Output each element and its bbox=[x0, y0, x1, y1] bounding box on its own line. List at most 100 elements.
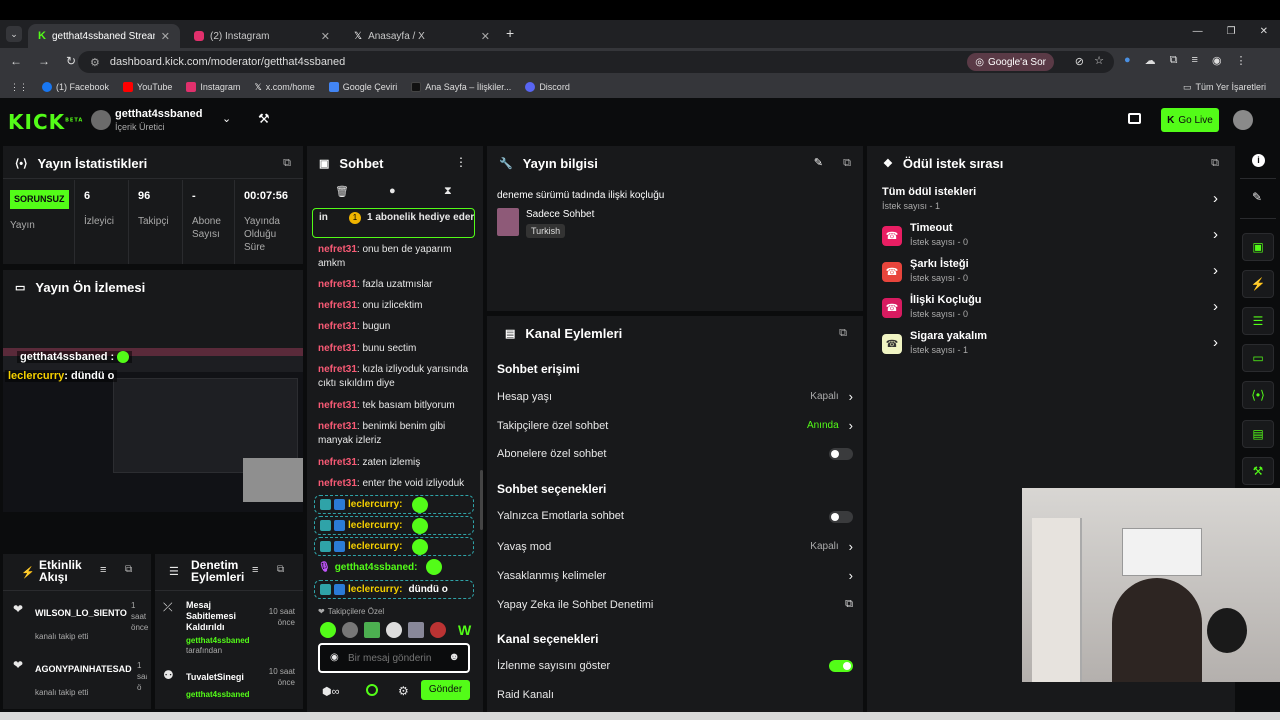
emote-icon[interactable] bbox=[364, 622, 380, 638]
chat-user[interactable]: nefret31 bbox=[318, 300, 357, 311]
tab-menu-icon[interactable]: ⌄ bbox=[6, 26, 22, 42]
chat-user[interactable]: nefret31 bbox=[318, 421, 357, 432]
reward-item[interactable]: ☎ Sigara yakalım İstek sayısı - 1 › bbox=[882, 330, 1222, 362]
chat-scrollbar[interactable] bbox=[480, 470, 483, 530]
bookmark-instagram[interactable]: Instagram bbox=[186, 82, 240, 92]
media-icon[interactable]: ≡ bbox=[1192, 54, 1198, 67]
popout-icon[interactable]: ⧉ bbox=[283, 157, 291, 170]
forward-icon[interactable]: → bbox=[38, 54, 50, 68]
back-icon[interactable]: ← bbox=[10, 54, 22, 68]
trash-icon[interactable]: 🗑 bbox=[335, 185, 349, 198]
reward-item[interactable]: ☎ Timeout İstek sayısı - 0 › bbox=[882, 222, 1222, 254]
more-icon[interactable]: ⋮ bbox=[455, 155, 467, 169]
chevron-down-icon[interactable]: ⌄ bbox=[222, 112, 231, 125]
rail-list-button[interactable]: ☰ bbox=[1242, 307, 1274, 335]
category-thumb[interactable] bbox=[497, 208, 519, 236]
apps-icon[interactable]: ⋮⋮ bbox=[10, 82, 28, 93]
tools-icon[interactable]: ⚒ bbox=[258, 111, 270, 127]
kick-circle-icon[interactable] bbox=[366, 684, 378, 696]
chat-user[interactable]: nefret31 bbox=[318, 279, 357, 290]
popout-icon[interactable]: ⧉ bbox=[277, 564, 284, 575]
hourglass-icon[interactable]: ⧗ bbox=[444, 185, 452, 198]
filter-icon[interactable]: ≡ bbox=[100, 564, 106, 576]
preview-video[interactable]: getthat4ssbaned : leclercurry: dündü o bbox=[3, 348, 303, 512]
bookmark-facebook[interactable]: (1) Facebook bbox=[42, 82, 109, 92]
chat-user[interactable]: nefret31 bbox=[318, 343, 357, 354]
restore-icon[interactable]: ❐ bbox=[1227, 26, 1236, 37]
star-icon[interactable]: ☆ bbox=[1094, 54, 1104, 67]
bookmark-youtube[interactable]: YouTube bbox=[123, 82, 172, 92]
kick-logo[interactable]: KICKBETA bbox=[8, 110, 83, 134]
rail-quick-actions-button[interactable]: ⚡ bbox=[1242, 270, 1274, 298]
bookmark-x[interactable]: 𝕏x.com/home bbox=[254, 82, 314, 93]
reward-item[interactable]: ☎ İlişki Koçluğu İstek sayısı - 0 › bbox=[882, 294, 1222, 326]
ai-moderation-row[interactable]: Yapay Zeka ile Sohbet Denetimi ⧉ bbox=[497, 598, 853, 611]
bookmark-discord[interactable]: Discord bbox=[525, 82, 570, 92]
message-icon[interactable]: ● bbox=[389, 185, 396, 197]
followers-chat-row[interactable]: Takipçilere özel sohbet Anında › bbox=[497, 418, 853, 433]
account-age-row[interactable]: Hesap yaşı Kapalı › bbox=[497, 389, 853, 404]
category-name[interactable]: Sadece Sohbet bbox=[526, 209, 594, 220]
settings-icon[interactable]: ⚙ bbox=[398, 684, 409, 698]
all-bookmarks[interactable]: ▭ Tüm Yer İşaretleri bbox=[1183, 82, 1266, 93]
close-icon[interactable]: ✕ bbox=[321, 30, 330, 43]
rail-tools-button[interactable]: ⚒ bbox=[1242, 457, 1274, 485]
bookmark-translate[interactable]: Google Çeviri bbox=[328, 82, 397, 92]
close-icon[interactable]: ✕ bbox=[481, 30, 490, 43]
tab-kick[interactable]: K getthat4ssbaned Stream - Kick ✕ bbox=[28, 24, 180, 48]
edit-icon[interactable]: ✎ bbox=[814, 156, 823, 169]
popout-icon[interactable]: ⧉ bbox=[839, 327, 847, 340]
minimize-icon[interactable]: — bbox=[1193, 26, 1203, 37]
close-window-icon[interactable]: ✕ bbox=[1260, 26, 1268, 37]
rail-stats-button[interactable]: ▣ bbox=[1242, 233, 1274, 261]
pencil-icon[interactable]: ✎ bbox=[1252, 190, 1262, 204]
bookmark-relations[interactable]: Ana Sayfa – İlişkiler... bbox=[411, 82, 511, 92]
chat-user[interactable]: getthat4ssbaned: bbox=[335, 562, 418, 573]
raid-channel-row[interactable]: Raid Kanalı bbox=[497, 689, 853, 701]
chat-user[interactable]: nefret31 bbox=[318, 457, 357, 468]
chat-user[interactable]: nefret31 bbox=[318, 478, 357, 489]
theater-icon[interactable] bbox=[1128, 113, 1141, 124]
eye-off-icon[interactable]: ⊘ bbox=[1075, 55, 1084, 68]
show-viewcount-toggle[interactable] bbox=[829, 660, 853, 672]
google-ask-button[interactable]: ◎ Google'a Sor bbox=[967, 53, 1054, 71]
chat-user[interactable]: nefret31 bbox=[318, 400, 357, 411]
puzzle-icon[interactable]: ⧉ bbox=[1170, 54, 1178, 67]
emote-icon[interactable] bbox=[386, 622, 402, 638]
popout-icon[interactable]: ⧉ bbox=[125, 564, 132, 575]
reward-all-requests[interactable]: Tüm ödül istekleri İstek sayısı - 1 › bbox=[882, 186, 1222, 218]
close-icon[interactable]: ✕ bbox=[161, 30, 170, 43]
rail-server-button[interactable]: ▤ bbox=[1242, 420, 1274, 448]
chat-user[interactable]: nefret31 bbox=[318, 364, 357, 375]
address-bar[interactable]: ⚙ dashboard.kick.com/moderator/getthat4s… bbox=[78, 51, 1114, 73]
emote-icon[interactable] bbox=[342, 622, 358, 638]
extension-icon[interactable]: ☁ bbox=[1145, 54, 1156, 67]
tab-instagram[interactable]: (2) Instagram ✕ bbox=[184, 24, 340, 48]
emote-icon[interactable] bbox=[320, 622, 336, 638]
chat-user[interactable]: nefret31 bbox=[318, 244, 357, 255]
extension-icon[interactable]: ● bbox=[1124, 54, 1131, 67]
emoji-icon[interactable]: ☻ bbox=[448, 651, 460, 663]
send-button[interactable]: Gönder bbox=[421, 680, 470, 700]
popout-icon[interactable]: ⧉ bbox=[1211, 157, 1219, 170]
chat-user[interactable]: leclercurry: bbox=[348, 541, 402, 552]
filter-icon[interactable]: ≡ bbox=[252, 564, 258, 576]
chat-user[interactable]: leclercurry: bbox=[348, 499, 402, 510]
w-emote-icon[interactable]: W bbox=[458, 622, 471, 638]
points-icon[interactable]: ⬢∞ bbox=[322, 685, 339, 698]
emote-icon[interactable] bbox=[408, 622, 424, 638]
rail-broadcast-button[interactable]: ⟨•⟩ bbox=[1242, 381, 1274, 409]
chat-input-box[interactable]: ◉ ☻ bbox=[318, 643, 470, 673]
site-info-icon[interactable]: ⚙ bbox=[90, 56, 100, 69]
subs-chat-toggle[interactable] bbox=[829, 448, 853, 460]
popout-icon[interactable]: ⧉ bbox=[843, 157, 851, 170]
profile-icon[interactable]: ◉ bbox=[1212, 54, 1222, 67]
slow-mode-row[interactable]: Yavaş mod Kapalı › bbox=[497, 539, 853, 554]
go-live-button[interactable]: K Go Live bbox=[1161, 108, 1219, 132]
chat-input[interactable] bbox=[348, 650, 448, 666]
emote-only-toggle[interactable] bbox=[829, 511, 853, 523]
chat-user[interactable]: leclercurry: bbox=[348, 584, 402, 595]
banned-words-row[interactable]: Yasaklanmış kelimeler › bbox=[497, 568, 853, 583]
avatar[interactable] bbox=[91, 110, 111, 130]
more-icon[interactable]: ⋮ bbox=[1236, 54, 1247, 67]
